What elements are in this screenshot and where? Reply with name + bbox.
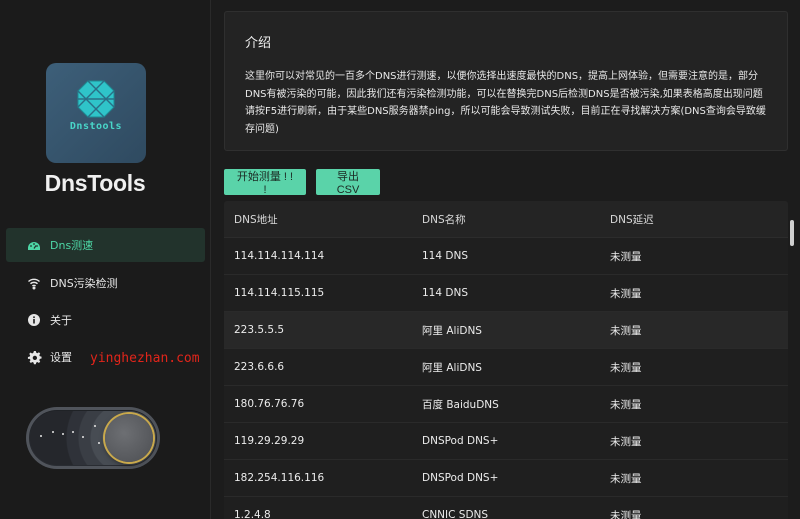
sidebar-item-about[interactable]: 关于 — [6, 303, 205, 337]
sidebar-item-label: DNS污染检测 — [50, 277, 118, 290]
column-header-latency[interactable]: DNS延迟 — [600, 212, 788, 227]
sidebar-item-label: 设置 — [50, 351, 72, 364]
gauge-icon — [26, 237, 42, 253]
dns-name-cell: 阿里 AliDNS — [422, 324, 482, 337]
intro-text: 这里你可以对常见的一百多个DNS进行测速，以便你选择出速度最快的DNS，提高上网… — [245, 71, 766, 135]
dns-name-cell: CNNIC SDNS — [422, 509, 489, 519]
table-row[interactable]: 114.114.115.115 114 DNS 未测量 — [224, 275, 788, 312]
dns-name-cell: DNSPod DNS+ — [422, 472, 499, 484]
dns-latency-cell: 未测量 — [610, 398, 642, 411]
dns-name-cell: 114 DNS — [422, 287, 468, 299]
sidebar-item-dns-pollution[interactable]: DNS污染检测 — [6, 266, 205, 300]
dns-latency-cell: 未测量 — [610, 509, 642, 519]
watermark-text: yinghezhan.com — [90, 351, 200, 366]
start-measure-button[interactable]: 开始测量 ! ! ! — [224, 169, 306, 196]
sidebar-item-label: 关于 — [50, 314, 72, 327]
dns-address-cell: 1.2.4.8 — [234, 509, 271, 519]
table-row[interactable]: 1.2.4.8 CNNIC SDNS 未测量 — [224, 497, 788, 519]
table-row[interactable]: 182.254.116.116 DNSPod DNS+ 未测量 — [224, 460, 788, 497]
app-name: DnsTools — [44, 170, 146, 196]
star-icon — [40, 435, 42, 437]
star-icon — [62, 433, 64, 435]
dns-latency-cell: 未测量 — [610, 324, 642, 337]
table-row[interactable]: 223.5.5.5 阿里 AliDNS 未测量 — [224, 312, 788, 349]
dns-address-cell: 114.114.115.115 — [234, 287, 325, 299]
sidebar: Dnstools DnsTools Dns测速 DNS污染检测 关于 设置 yi… — [0, 0, 211, 519]
dns-name-cell: 百度 BaiduDNS — [422, 398, 499, 411]
table-row[interactable]: 180.76.76.76 百度 BaiduDNS 未测量 — [224, 386, 788, 423]
table-row[interactable]: 119.29.29.29 DNSPod DNS+ 未测量 — [224, 423, 788, 460]
info-icon — [26, 312, 42, 328]
intro-card: 介绍 这里你可以对常见的一百多个DNS进行测速，以便你选择出速度最快的DNS，提… — [224, 11, 788, 151]
dns-address-cell: 119.29.29.29 — [234, 435, 305, 447]
star-icon — [94, 425, 96, 427]
dns-latency-cell: 未测量 — [610, 361, 642, 374]
octagon-logo-icon — [77, 80, 115, 118]
column-header-name[interactable]: DNS名称 — [412, 212, 600, 227]
star-icon — [72, 431, 74, 433]
export-csv-button[interactable]: 导出CSV — [316, 169, 380, 196]
dns-name-cell: 阿里 AliDNS — [422, 361, 482, 374]
sidebar-item-label: Dns测速 — [50, 239, 94, 252]
star-icon — [52, 431, 54, 433]
dns-table: DNS地址 DNS名称 DNS延迟 114.114.114.114 114 DN… — [224, 201, 788, 519]
column-header-address[interactable]: DNS地址 — [224, 212, 412, 227]
table-row[interactable]: 114.114.114.114 114 DNS 未测量 — [224, 238, 788, 275]
theme-toggle-switch[interactable] — [26, 407, 160, 469]
table-scrollbar[interactable] — [790, 220, 794, 246]
star-icon — [82, 436, 84, 438]
wifi-icon — [26, 275, 42, 291]
intro-title: 介绍 — [245, 36, 272, 51]
dns-address-cell: 114.114.114.114 — [234, 250, 325, 262]
dns-address-cell: 180.76.76.76 — [234, 398, 305, 410]
gear-icon — [26, 349, 42, 365]
star-icon — [98, 442, 100, 444]
dns-address-cell: 223.6.6.6 — [234, 361, 285, 373]
dns-name-cell: 114 DNS — [422, 250, 468, 262]
dns-latency-cell: 未测量 — [610, 287, 642, 300]
table-header: DNS地址 DNS名称 DNS延迟 — [224, 201, 788, 238]
dns-name-cell: DNSPod DNS+ — [422, 435, 499, 447]
dns-latency-cell: 未测量 — [610, 472, 642, 485]
dns-address-cell: 223.5.5.5 — [234, 324, 285, 336]
moon-icon — [105, 414, 153, 462]
dns-address-cell: 182.254.116.116 — [234, 472, 325, 484]
table-row[interactable]: 223.6.6.6 阿里 AliDNS 未测量 — [224, 349, 788, 386]
dns-latency-cell: 未测量 — [610, 435, 642, 448]
app-logo: Dnstools — [46, 63, 146, 163]
sidebar-item-dns-speed[interactable]: Dns测速 — [6, 228, 205, 262]
dns-latency-cell: 未测量 — [610, 250, 642, 263]
logo-caption: Dnstools — [69, 121, 123, 132]
